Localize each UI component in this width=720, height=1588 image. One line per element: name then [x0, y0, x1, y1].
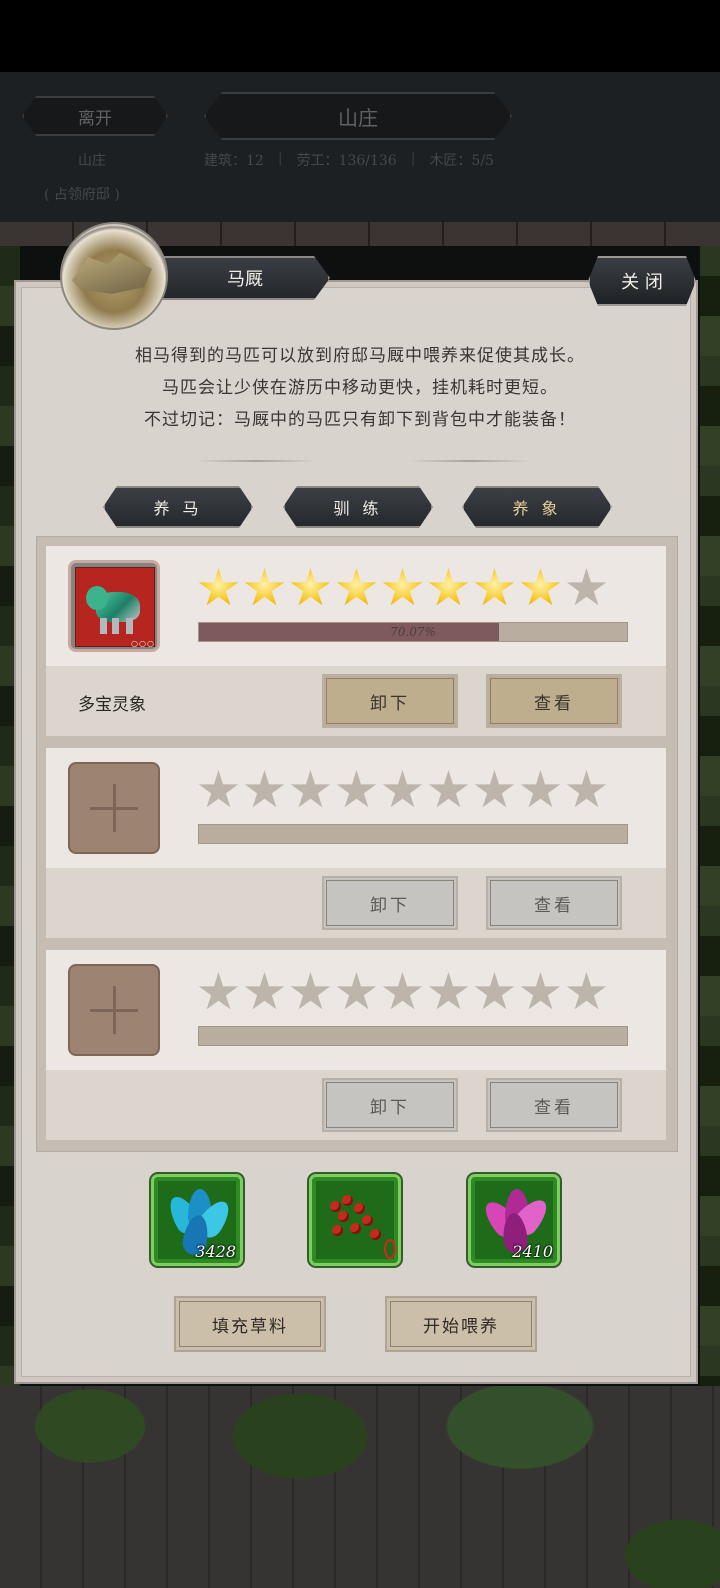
star-empty-icon — [566, 972, 607, 1010]
feed-item-blue-herb[interactable]: 3428 — [151, 1174, 243, 1266]
star-empty-icon — [290, 972, 331, 1010]
description: 相马得到的马匹可以放到府邸马厩中喂养来促使其成长。 马匹会让少侠在游历中移动更快… — [40, 340, 680, 436]
star-filled-icon — [520, 568, 561, 606]
add-mount-button[interactable] — [68, 762, 160, 854]
star-empty-icon — [244, 972, 285, 1010]
feed-item-pink-herb[interactable]: 2410 — [468, 1174, 560, 1266]
star-empty-icon — [198, 972, 239, 1010]
star-filled-icon — [290, 568, 331, 606]
star-empty-icon — [520, 972, 561, 1010]
star-empty-icon — [428, 972, 469, 1010]
feed-count: 3428 — [195, 1242, 236, 1261]
star-empty-icon — [198, 770, 239, 808]
star-empty-icon — [566, 568, 607, 606]
star-empty-icon — [290, 770, 331, 808]
description-line: 不过切记：马厩中的马匹只有卸下到背包中才能装备！ — [144, 410, 576, 430]
star-filled-icon — [336, 568, 377, 606]
star-empty-icon — [244, 770, 285, 808]
panel-title: 马厩 — [160, 256, 330, 300]
star-empty-icon — [566, 770, 607, 808]
divider-ornament — [196, 460, 316, 462]
slot-top: ○○○ 70.07% — [46, 546, 666, 666]
view-button[interactable]: 查看 — [486, 876, 622, 930]
divider-ornament — [410, 460, 530, 462]
description-line: 相马得到的马匹可以放到府邸马厩中喂养来促使其成长。 — [135, 346, 585, 366]
star-empty-icon — [520, 770, 561, 808]
chip-icon — [384, 1239, 396, 1259]
rank-dots: ○○○ — [131, 639, 155, 648]
stable-slot: 卸下 查看 — [46, 748, 666, 938]
view-button[interactable]: 查看 — [486, 674, 622, 728]
star-rating — [198, 568, 607, 609]
star-filled-icon — [428, 568, 469, 606]
slot-bottom: 多宝灵象 卸下 查看 — [46, 666, 666, 736]
slot-top — [46, 748, 666, 868]
tab-training[interactable]: 驯 练 — [283, 486, 433, 528]
tab-raise-elephant[interactable]: 养 象 — [462, 486, 612, 528]
estate-status: ( 占领府邸 ) — [44, 187, 120, 203]
leave-button[interactable]: 离开 — [22, 96, 168, 136]
start-feeding-button[interactable]: 开始喂养 — [385, 1296, 537, 1352]
star-empty-icon — [382, 972, 423, 1010]
red-berries-icon — [316, 1181, 394, 1259]
unload-button[interactable]: 卸下 — [322, 876, 458, 930]
star-filled-icon — [474, 568, 515, 606]
slot-top — [46, 950, 666, 1070]
unload-button[interactable]: 卸下 — [322, 1078, 458, 1132]
star-empty-icon — [474, 972, 515, 1010]
star-filled-icon — [244, 568, 285, 606]
star-empty-icon — [382, 770, 423, 808]
growth-progress-bar — [198, 1026, 628, 1046]
slot-bottom: 卸下 查看 — [46, 868, 666, 938]
description-line: 马匹会让少侠在游历中移动更快，挂机耗时更短。 — [162, 378, 558, 398]
close-button[interactable]: 关 闭 — [588, 256, 696, 306]
estate-subtitle: 山庄 — [78, 153, 106, 169]
stat-carpenters: 木匠：5/5 — [429, 153, 494, 169]
elephant-icon — [75, 567, 155, 647]
view-button[interactable]: 查看 — [486, 1078, 622, 1132]
unload-button[interactable]: 卸下 — [322, 674, 458, 728]
status-bar-area — [0, 0, 720, 72]
stat-buildings: 建筑：12 — [204, 153, 264, 169]
estate-title: 山庄 — [204, 92, 512, 140]
courtyard-scene — [0, 1386, 720, 1588]
mount-portrait[interactable]: ○○○ — [68, 560, 160, 652]
star-filled-icon — [382, 568, 423, 606]
add-mount-button[interactable] — [68, 964, 160, 1056]
star-rating — [198, 770, 607, 811]
feed-count: 2410 — [512, 1242, 553, 1261]
star-rating — [198, 972, 607, 1013]
growth-progress-label: 70.07% — [390, 625, 436, 639]
growth-progress-bar — [198, 824, 628, 844]
tab-raise-horse[interactable]: 养 马 — [103, 486, 253, 528]
slot-bottom: 卸下 查看 — [46, 1070, 666, 1140]
star-filled-icon — [198, 568, 239, 606]
mount-name: 多宝灵象 — [78, 695, 146, 715]
star-empty-icon — [474, 770, 515, 808]
star-empty-icon — [336, 770, 377, 808]
estate-stats: 建筑：12 | 劳工：136/136 | 木匠：5/5 — [204, 150, 494, 169]
stable-slot: 卸下 查看 — [46, 950, 666, 1140]
stat-laborers: 劳工：136/136 — [296, 153, 397, 169]
fill-fodder-button[interactable]: 填充草料 — [174, 1296, 326, 1352]
star-empty-icon — [336, 972, 377, 1010]
feed-item-red-berries[interactable] — [309, 1174, 401, 1266]
star-empty-icon — [428, 770, 469, 808]
foliage-right — [700, 246, 720, 1386]
growth-progress-bar: 70.07% — [198, 622, 628, 642]
stable-slot: ○○○ 70.07% 多宝灵象 卸下 查看 — [46, 546, 666, 736]
